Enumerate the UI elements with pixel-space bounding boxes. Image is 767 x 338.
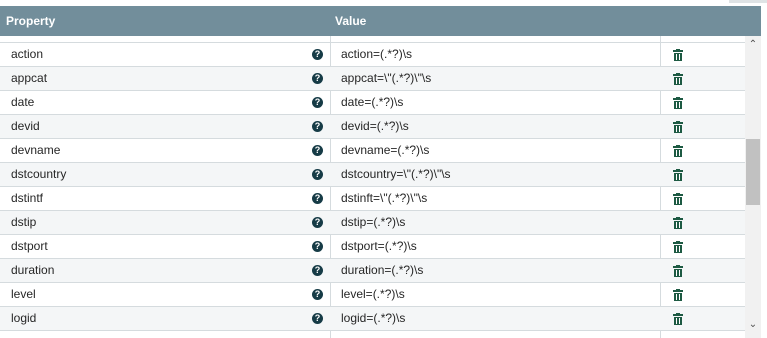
- property-value[interactable]: duration=(.*?)\s: [341, 259, 423, 282]
- property-value[interactable]: level=(.*?)\s: [341, 283, 405, 306]
- trash-icon[interactable]: [673, 97, 683, 109]
- table-row[interactable]: date? date=(.*?)\s: [0, 91, 745, 115]
- help-circle-icon[interactable]: ?: [312, 49, 323, 60]
- table-header: Property Value: [0, 6, 761, 36]
- trash-icon[interactable]: [673, 121, 683, 133]
- scroll-down-arrow-icon[interactable]: ⌄: [745, 318, 761, 332]
- trash-icon[interactable]: [673, 217, 683, 229]
- trash-icon[interactable]: [673, 313, 683, 325]
- property-name: logid: [11, 311, 37, 325]
- property-name: duration: [11, 263, 55, 277]
- property-name: dstip: [11, 215, 37, 229]
- help-circle-icon[interactable]: ?: [312, 217, 323, 228]
- help-circle-icon[interactable]: ?: [312, 169, 323, 180]
- table-row[interactable]: devname? devname=(.*?)\s: [0, 139, 745, 163]
- property-name: devname: [11, 143, 61, 157]
- trash-icon[interactable]: [673, 265, 683, 277]
- help-circle-icon[interactable]: ?: [312, 265, 323, 276]
- property-name: dstintf: [11, 191, 44, 205]
- property-name: dstport: [11, 239, 48, 253]
- table-row[interactable]: action? action=(.*?)\s: [0, 43, 745, 67]
- property-name: appcat: [11, 71, 48, 85]
- property-name: action: [11, 47, 44, 61]
- table-row[interactable]: dstintf? dstinft=\"(.*?)\"\s: [0, 187, 745, 211]
- property-value[interactable]: dstport=(.*?)\s: [341, 235, 417, 258]
- trash-icon[interactable]: [673, 145, 683, 157]
- property-name: devid: [11, 119, 40, 133]
- property-value[interactable]: dstinft=\"(.*?)\"\s: [341, 187, 427, 210]
- header-property[interactable]: Property: [6, 6, 55, 36]
- property-value[interactable]: logid=(.*?)\s: [341, 307, 405, 330]
- partial-row: [0, 36, 745, 43]
- table-row[interactable]: duration? duration=(.*?)\s: [0, 259, 745, 283]
- property-name: dstcountry: [11, 167, 67, 181]
- header-value[interactable]: Value: [335, 6, 366, 36]
- help-circle-icon[interactable]: ?: [312, 241, 323, 252]
- help-circle-icon[interactable]: ?: [312, 121, 323, 132]
- property-name: level: [11, 287, 36, 301]
- table-row[interactable]: dstport? dstport=(.*?)\s: [0, 235, 745, 259]
- help-circle-icon[interactable]: ?: [312, 97, 323, 108]
- scroll-up-arrow-icon[interactable]: ⌃: [745, 38, 761, 52]
- trash-icon[interactable]: [673, 241, 683, 253]
- trash-icon[interactable]: [673, 73, 683, 85]
- property-value[interactable]: action=(.*?)\s: [341, 43, 412, 66]
- property-value[interactable]: dstip=(.*?)\s: [341, 211, 405, 234]
- property-value[interactable]: date=(.*?)\s: [341, 91, 403, 114]
- property-table: action? action=(.*?)\s appcat? appcat=\"(.*…: [0, 36, 745, 338]
- property-value[interactable]: dstcountry=\"(.*?)\"\s: [341, 163, 451, 186]
- table-row[interactable]: logid? logid=(.*?)\s: [0, 307, 745, 331]
- property-value[interactable]: devid=(.*?)\s: [341, 115, 409, 138]
- table-row[interactable]: devid? devid=(.*?)\s: [0, 115, 745, 139]
- scrollbar-thumb[interactable]: [746, 139, 760, 205]
- help-circle-icon[interactable]: ?: [312, 313, 323, 324]
- help-circle-icon[interactable]: ?: [312, 289, 323, 300]
- trash-icon[interactable]: [673, 289, 683, 301]
- help-circle-icon[interactable]: ?: [312, 73, 323, 84]
- table-row[interactable]: appcat? appcat=\"(.*?)\"\s: [0, 67, 745, 91]
- property-value[interactable]: devname=(.*?)\s: [341, 139, 429, 162]
- trash-icon[interactable]: [673, 169, 683, 181]
- property-value[interactable]: appcat=\"(.*?)\"\s: [341, 67, 431, 90]
- vertical-scrollbar[interactable]: ⌃ ⌄: [745, 36, 761, 338]
- table-body: action? action=(.*?)\s appcat? appcat=\"(.*…: [0, 43, 745, 331]
- table-row[interactable]: level? level=(.*?)\s: [0, 283, 745, 307]
- help-circle-icon[interactable]: ?: [312, 193, 323, 204]
- table-row[interactable]: dstip? dstip=(.*?)\s: [0, 211, 745, 235]
- trash-icon[interactable]: [673, 193, 683, 205]
- help-circle-icon[interactable]: ?: [312, 145, 323, 156]
- top-edge: [729, 0, 767, 3]
- trash-icon[interactable]: [673, 49, 683, 61]
- property-name: date: [11, 95, 35, 109]
- table-row[interactable]: dstcountry? dstcountry=\"(.*?)\"\s: [0, 163, 745, 187]
